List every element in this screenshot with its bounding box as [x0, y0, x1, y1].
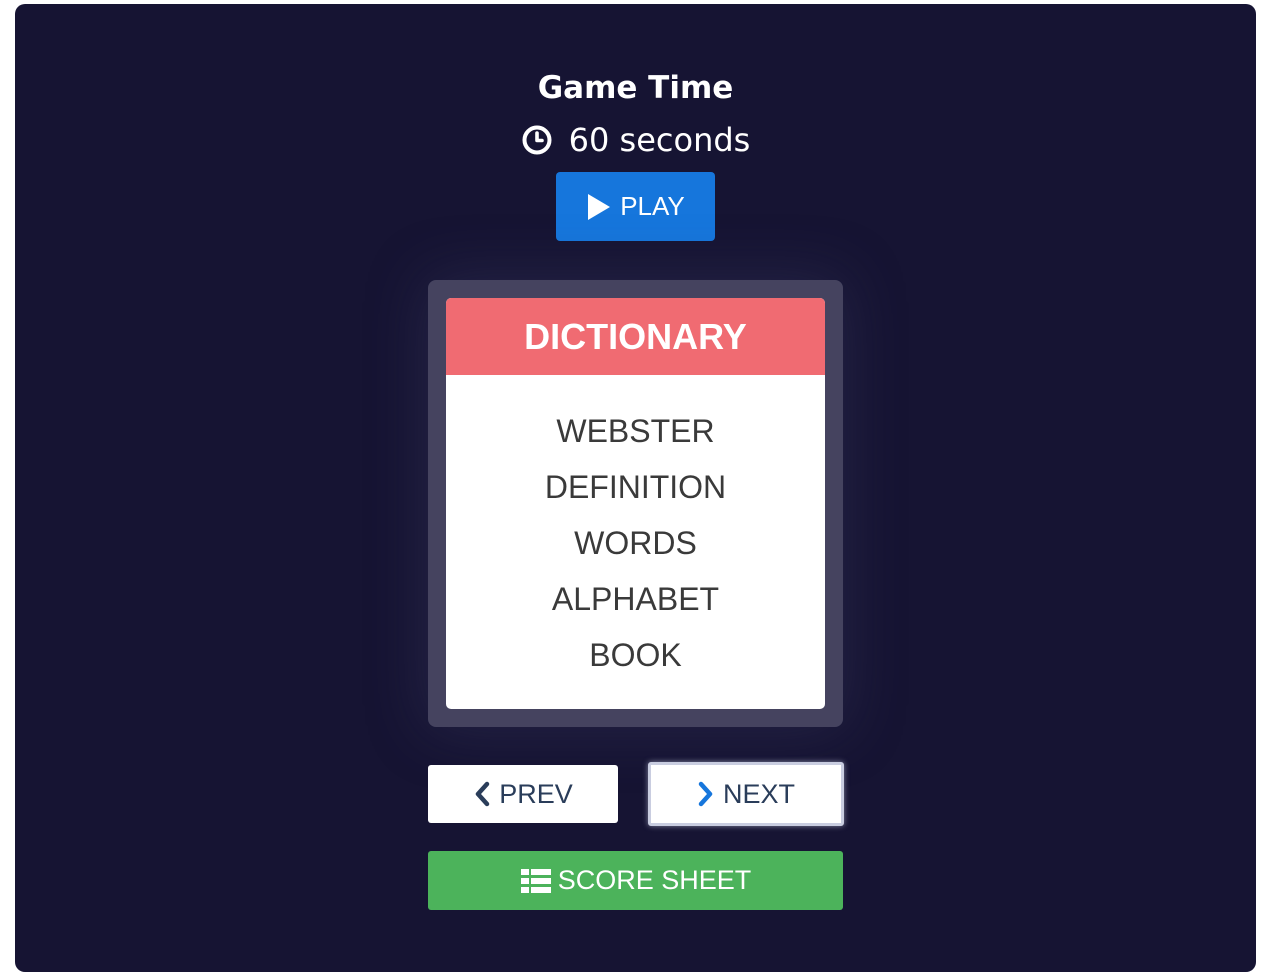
word-item: DEFINITION: [544, 469, 727, 505]
card-title: DICTIONARY: [446, 298, 825, 375]
chevron-right-icon: [698, 781, 713, 807]
word-list: WEBSTER DEFINITION WORDS ALPHABET BOOK: [446, 375, 825, 683]
word-card: DICTIONARY WEBSTER DEFINITION WORDS ALPH…: [446, 298, 825, 709]
next-button-label: NEXT: [722, 778, 795, 809]
card-frame: DICTIONARY WEBSTER DEFINITION WORDS ALPH…: [428, 280, 843, 727]
play-button-label: PLAY: [620, 191, 685, 221]
play-button[interactable]: PLAY: [556, 172, 715, 241]
clock-icon: [522, 125, 552, 155]
next-button[interactable]: NEXT: [648, 762, 844, 826]
prev-button[interactable]: PREV: [428, 765, 618, 823]
chevron-left-icon: [475, 781, 490, 807]
prev-button-label: PREV: [499, 778, 573, 809]
play-icon: [588, 193, 611, 220]
score-sheet-label: SCORE SHEET: [557, 865, 752, 895]
table-icon: [520, 868, 551, 893]
timer-text: 60 seconds: [568, 121, 751, 159]
word-item: WORDS: [574, 525, 697, 561]
word-item: ALPHABET: [551, 581, 720, 617]
game-time-title: Game Time: [537, 70, 734, 106]
word-item: BOOK: [589, 637, 682, 673]
score-sheet-button[interactable]: SCORE SHEET: [428, 851, 843, 910]
timer-display: 60 seconds: [0, 119, 1271, 161]
word-item: WEBSTER: [556, 413, 715, 449]
